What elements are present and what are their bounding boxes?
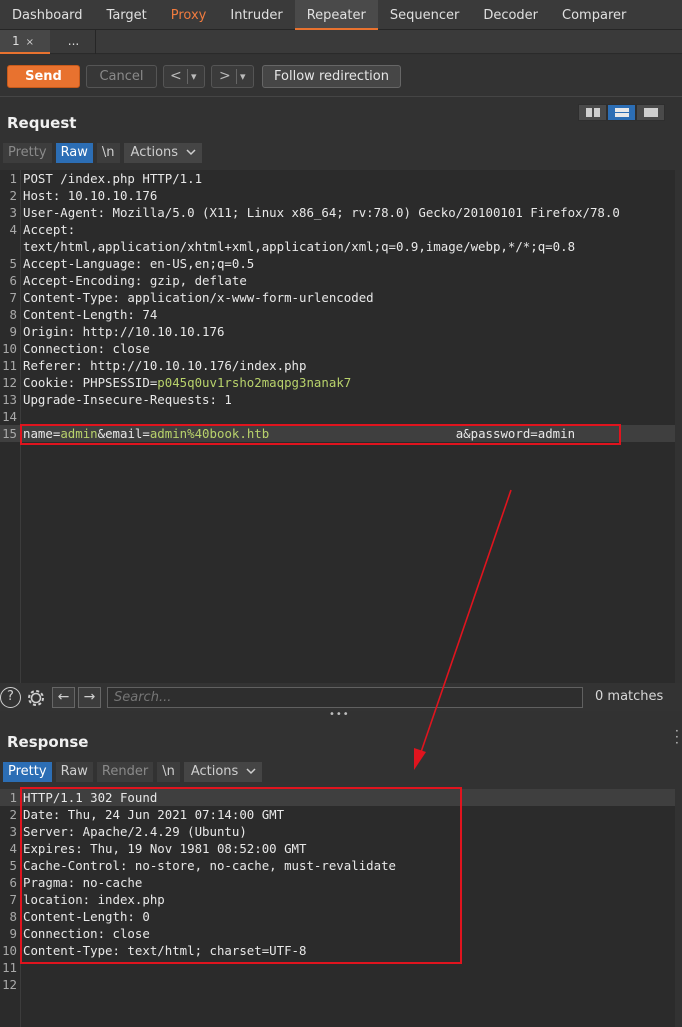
annotation-arrow [414, 489, 512, 770]
